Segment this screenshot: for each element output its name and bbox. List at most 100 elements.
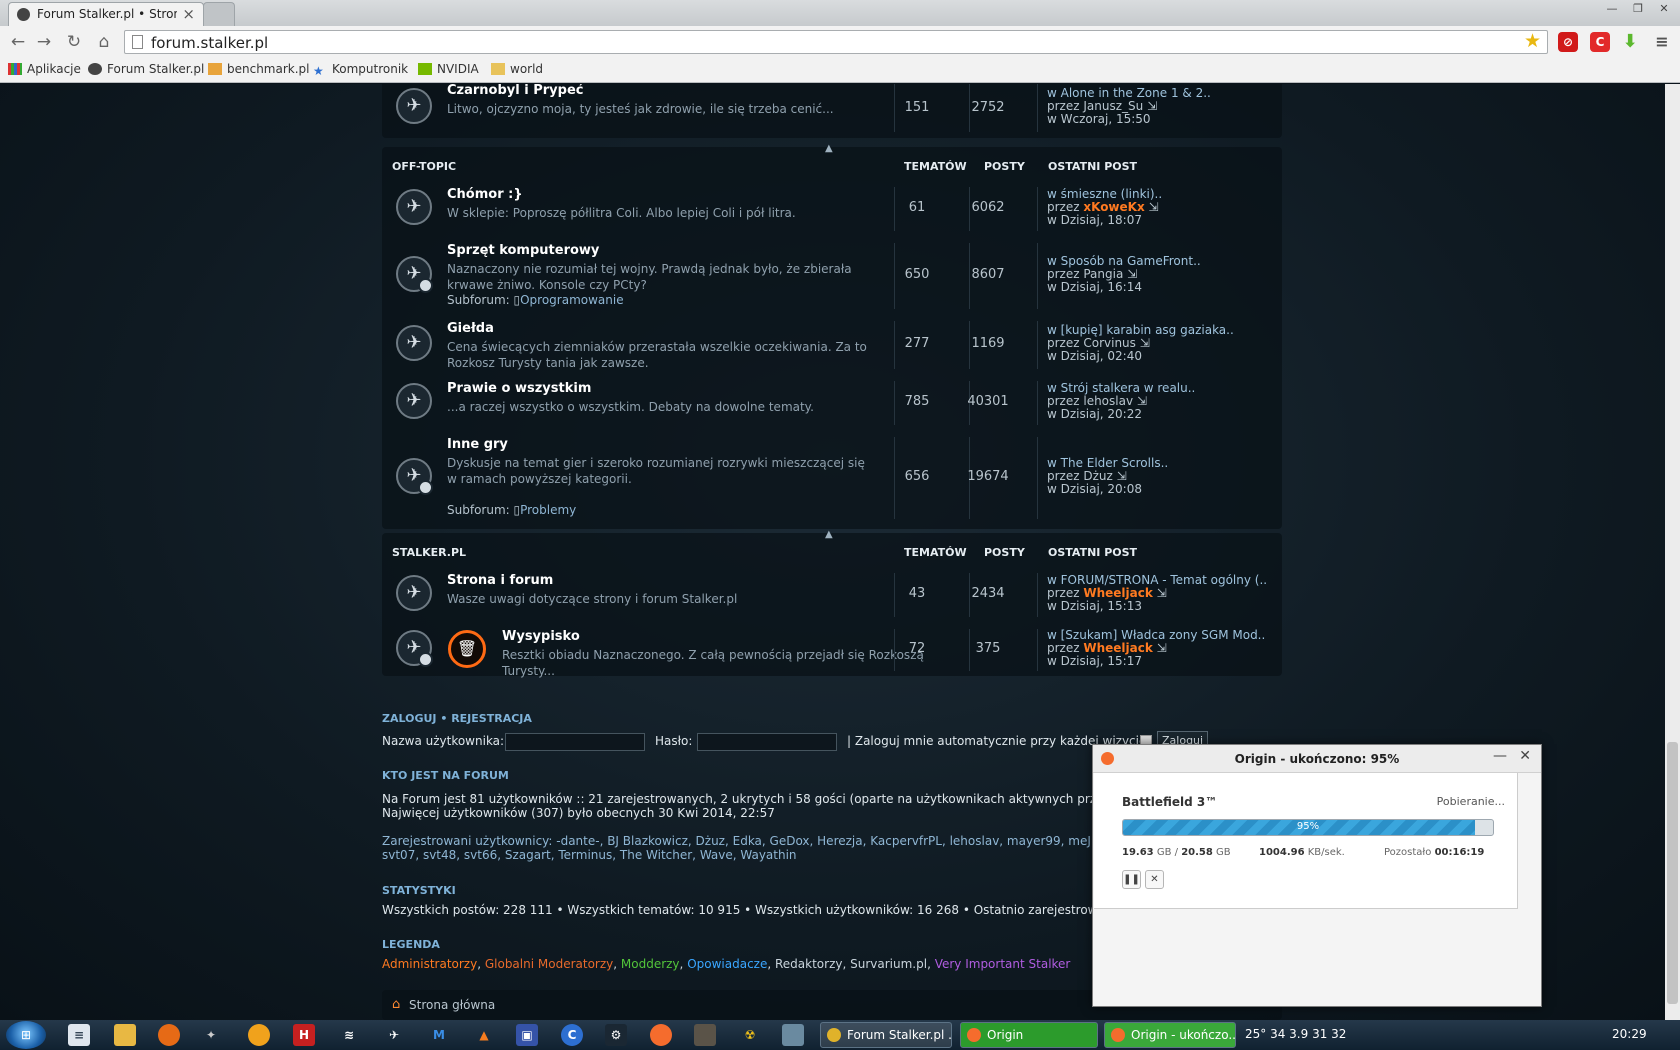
origin-icon[interactable] [650,1024,672,1046]
game-icon[interactable] [694,1024,716,1046]
utility-icon[interactable]: ✦ [200,1024,222,1046]
goto-post-icon[interactable]: ⇲ [1147,99,1157,113]
radiation-icon[interactable]: ☢ [739,1024,761,1046]
bookmark-apps[interactable]: Aplikacje [8,62,81,76]
wifi-icon[interactable]: ≋ [338,1024,360,1046]
forum-row[interactable]: ✈ 🗑 Wysypisko Resztki obiadu Naznaczonego. … [382,623,1282,678]
plane-icon[interactable]: ✈ [383,1024,405,1046]
home-icon[interactable]: ⌂ [92,30,116,54]
legend-item[interactable]: Modderzy [621,957,680,971]
legend-item[interactable]: Very Important Stalker [935,957,1071,971]
address-bar[interactable]: forum.stalker.pl ★ [124,30,1548,54]
bookmark-world[interactable]: world [491,62,543,76]
clock[interactable]: 20:29 [1612,1027,1647,1041]
reload-icon[interactable]: ↻ [62,30,86,54]
c-extension-icon[interactable]: C [1590,32,1610,52]
forum-name[interactable]: Giełda [447,321,494,336]
close-icon[interactable]: ✕ [1519,748,1531,764]
last-post-author[interactable]: Wheeljack [1083,641,1152,655]
forum-name[interactable]: Prawie o wszystkim [447,381,591,396]
minimize-icon[interactable]: — [1600,0,1624,18]
origin-titlebar[interactable]: Origin - ukończono: 95% — ✕ [1093,745,1541,773]
scrollbar-thumb[interactable] [1667,742,1678,1004]
c-app-icon[interactable]: C [561,1024,583,1046]
goto-post-icon[interactable]: ⇲ [1137,394,1147,408]
last-post-author[interactable]: Dżuz [1083,469,1112,483]
forum-row[interactable]: ✈ Sprzęt komputerowy Naznaczony nie rozumi… [382,237,1282,315]
username-input[interactable] [505,733,645,751]
forum-name[interactable]: Sprzęt komputerowy [447,243,599,258]
m-app-icon[interactable]: M [428,1024,450,1046]
goto-post-icon[interactable]: ⇲ [1149,200,1159,214]
legend-item[interactable]: Survarium.pl [850,957,927,971]
section-title[interactable]: OFF-TOPIC [392,160,456,173]
last-post-author[interactable]: lehoslav [1083,394,1133,408]
steam-icon[interactable]: ⚙ [605,1024,627,1046]
subforum-link[interactable]: Oprogramowanie [520,293,624,307]
goto-post-icon[interactable]: ⇲ [1117,469,1127,483]
media-icon[interactable] [248,1024,270,1046]
system-tray[interactable]: 25° 34 3.9 31 32 [1245,1027,1346,1041]
legend-item[interactable]: Globalni Moderatorzy [485,957,613,971]
taskbar-origin-progress[interactable]: Origin - ukończo... [1104,1022,1236,1048]
last-post-author[interactable]: xKoweKx [1083,200,1144,214]
forum-name[interactable]: Chómor :} [447,187,523,202]
close-tab-icon[interactable]: × [182,5,195,23]
login-register-links[interactable]: ZALOGUJ • REJESTRACJA [382,712,532,725]
registered-users[interactable]: Zarejestrowani użytkownicy: -dante-, BJ … [382,834,1110,848]
taskbar-chrome[interactable]: Forum Stalker.pl ... [820,1022,952,1048]
goto-post-icon[interactable]: ⇲ [1157,586,1167,600]
app-icon[interactable] [782,1024,804,1046]
firefox-icon[interactable] [158,1024,180,1046]
home-link[interactable]: Strona główna [409,998,495,1012]
bookmark-star-icon[interactable]: ★ [1524,30,1541,52]
legend-item[interactable]: Administratorzy [382,957,477,971]
page-scrollbar[interactable] [1665,84,1680,1020]
forum-name[interactable]: Czarnobyl i Prypeć [447,84,583,98]
download-extension-icon[interactable]: ⬇ [1620,32,1640,52]
tab-forum-stalker[interactable]: Forum Stalker.pl • Strona g × [8,2,204,26]
close-window-icon[interactable]: ✕ [1652,0,1676,18]
menu-icon[interactable]: ≡ [1652,32,1672,52]
last-post-author[interactable]: Wheeljack [1083,586,1152,600]
new-tab-button[interactable] [203,2,235,26]
forum-row[interactable]: ✈ Inne gry Dyskusje na temat gier i szerok… [382,431,1282,525]
forum-name[interactable]: Strona i forum [447,573,553,588]
forum-name[interactable]: Wysypisko [502,629,580,644]
last-post-author[interactable]: Pangia [1083,267,1123,281]
goto-post-icon[interactable]: ⇲ [1140,336,1150,350]
registered-users-cont[interactable]: svt07, svt48, svt66, Szagart, Terminus, … [382,848,797,862]
last-post-author[interactable]: Janusz_Su [1083,99,1143,113]
password-input[interactable] [697,733,837,751]
minimize-icon[interactable]: — [1493,748,1507,764]
legend-item[interactable]: Opowiadacze [687,957,767,971]
adblock-extension-icon[interactable]: ⊘ [1558,32,1578,52]
bookmark-komputronik[interactable]: ★ Komputronik [313,62,408,78]
bookmark-forum-stalker[interactable]: Forum Stalker.pl [88,62,204,76]
vlc-icon[interactable]: ▲ [473,1024,495,1046]
restore-icon[interactable]: ❐ [1626,0,1650,18]
pause-button[interactable]: ❚❚ [1122,870,1141,889]
bookmark-benchmark[interactable]: benchmark.pl [208,62,310,76]
save-app-icon[interactable]: ▣ [516,1024,538,1046]
forum-row[interactable]: ✈ Giełda Cena świecących ziemniaków przera… [382,315,1282,375]
taskbar-origin[interactable]: Origin [960,1022,1098,1048]
forum-row[interactable]: ✈ Prawie o wszystkim ...a raczej wszystko … [382,375,1282,431]
start-button[interactable]: ⊞ [6,1021,46,1049]
forum-name[interactable]: Inne gry [447,437,508,452]
forum-row[interactable]: ✈ Chómor :} W sklepie: Poproszę półlitra C… [382,181,1282,237]
back-icon[interactable]: ← [6,30,30,54]
bookmark-nvidia[interactable]: NVIDIA [418,62,479,76]
cancel-button[interactable]: ✕ [1145,870,1164,889]
goto-post-icon[interactable]: ⇲ [1127,267,1137,281]
h-app-icon[interactable]: H [293,1024,315,1046]
goto-post-icon[interactable]: ⇲ [1157,641,1167,655]
forum-row[interactable]: ✈ Czarnobyl i Prypeć Litwo, ojczyzno moj… [382,84,1282,138]
explorer-icon[interactable] [114,1024,136,1046]
section-title[interactable]: STALKER.PL [392,546,466,559]
subforum-link[interactable]: Problemy [520,503,576,517]
last-post-author[interactable]: Corvinus [1083,336,1136,350]
notepad-icon[interactable]: ≡ [68,1024,90,1046]
forum-row[interactable]: ✈ Strona i forum Wasze uwagi dotyczące str… [382,567,1282,623]
forward-icon[interactable]: → [32,30,56,54]
